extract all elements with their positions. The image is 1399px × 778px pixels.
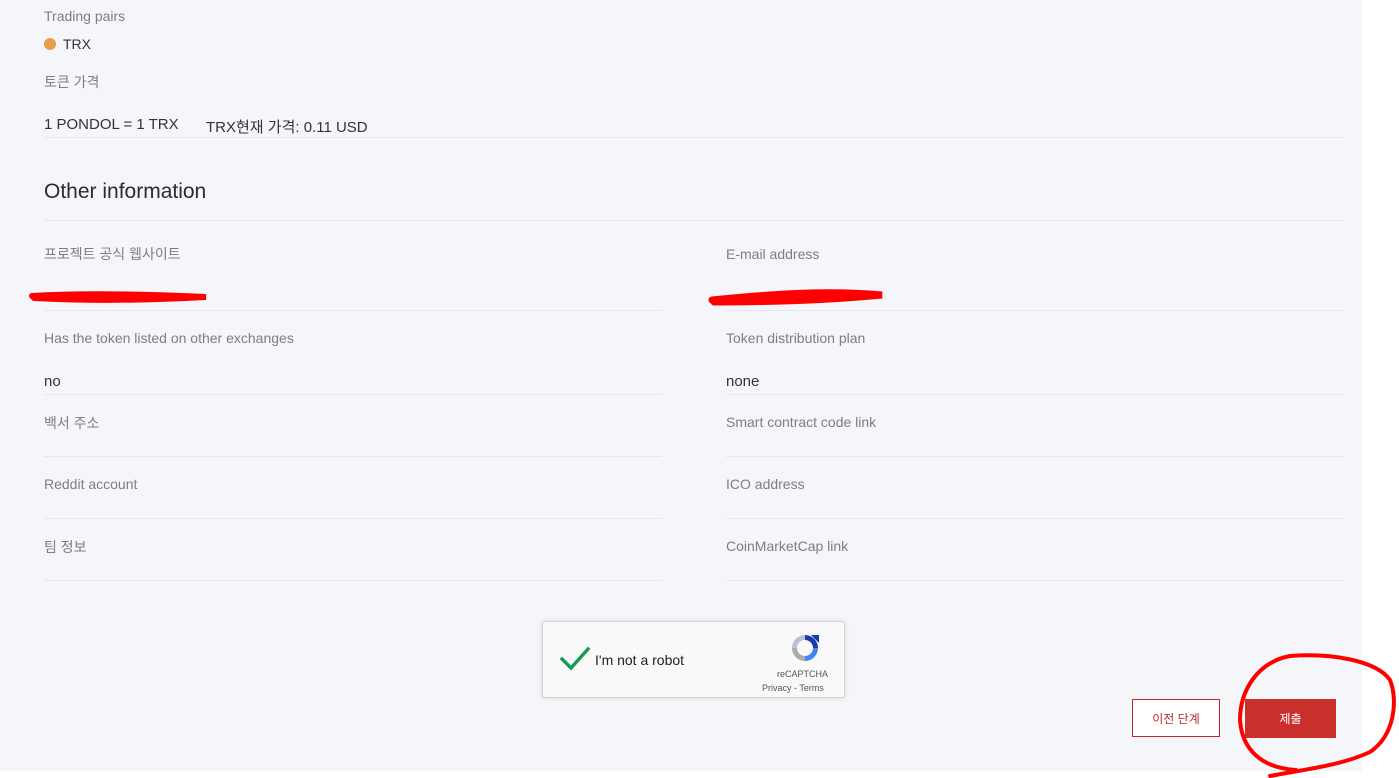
divider <box>44 456 662 457</box>
whitepaper-label: 백서 주소 <box>44 415 100 431</box>
divider <box>44 580 662 581</box>
divider <box>44 220 1344 221</box>
trading-pairs-label: Trading pairs <box>44 8 126 24</box>
email-label: E-mail address <box>726 246 820 262</box>
token-price-label: 토큰 가격 <box>44 74 100 90</box>
submit-button[interactable]: 제출 <box>1245 699 1336 738</box>
section-title: Other information <box>44 180 207 203</box>
divider <box>726 310 1344 311</box>
divider <box>726 518 1344 519</box>
website-label: 프로젝트 공식 웹사이트 <box>44 246 181 262</box>
team-info-label: 팀 정보 <box>44 539 87 555</box>
divider <box>44 137 1344 138</box>
trx-dot-icon <box>44 38 56 50</box>
divider <box>44 394 662 395</box>
terms-link[interactable]: Terms <box>799 683 824 693</box>
distribution-plan-value: none <box>726 373 760 390</box>
distribution-plan-label: Token distribution plan <box>726 330 866 346</box>
divider <box>44 518 662 519</box>
listed-exchanges-label: Has the token listed on other exchanges <box>44 330 294 346</box>
form-panel: Trading pairs TRX 토큰 가격 1 PONDOL = 1 TRX… <box>0 0 1362 771</box>
divider <box>726 580 1344 581</box>
ico-address-label: ICO address <box>726 476 805 492</box>
recaptcha-logo-icon <box>792 635 819 661</box>
trx-current-price: TRX현재 가격: 0.11 USD <box>206 119 368 136</box>
contract-link-label: Smart contract code link <box>726 414 877 430</box>
divider <box>726 456 1344 457</box>
recaptcha-brand: reCAPTCHA <box>777 669 829 679</box>
token-price-ratio: 1 PONDOL = 1 TRX <box>44 116 179 133</box>
previous-step-button[interactable]: 이전 단계 <box>1132 699 1220 737</box>
recaptcha-widget[interactable]: I'm not a robot reCAPTCHA Privacy - Term… <box>542 621 845 698</box>
reddit-label: Reddit account <box>44 476 138 492</box>
privacy-link[interactable]: Privacy <box>762 683 792 693</box>
trading-pair-value: TRX <box>63 36 91 52</box>
listed-exchanges-value: no <box>44 373 61 390</box>
divider <box>726 394 1344 395</box>
divider <box>44 310 662 311</box>
recaptcha-label: I'm not a robot <box>595 652 685 668</box>
recaptcha-terms-links: Privacy - Terms <box>762 683 824 693</box>
checkmark-icon[interactable] <box>559 642 591 674</box>
coinmarketcap-label: CoinMarketCap link <box>726 538 849 554</box>
